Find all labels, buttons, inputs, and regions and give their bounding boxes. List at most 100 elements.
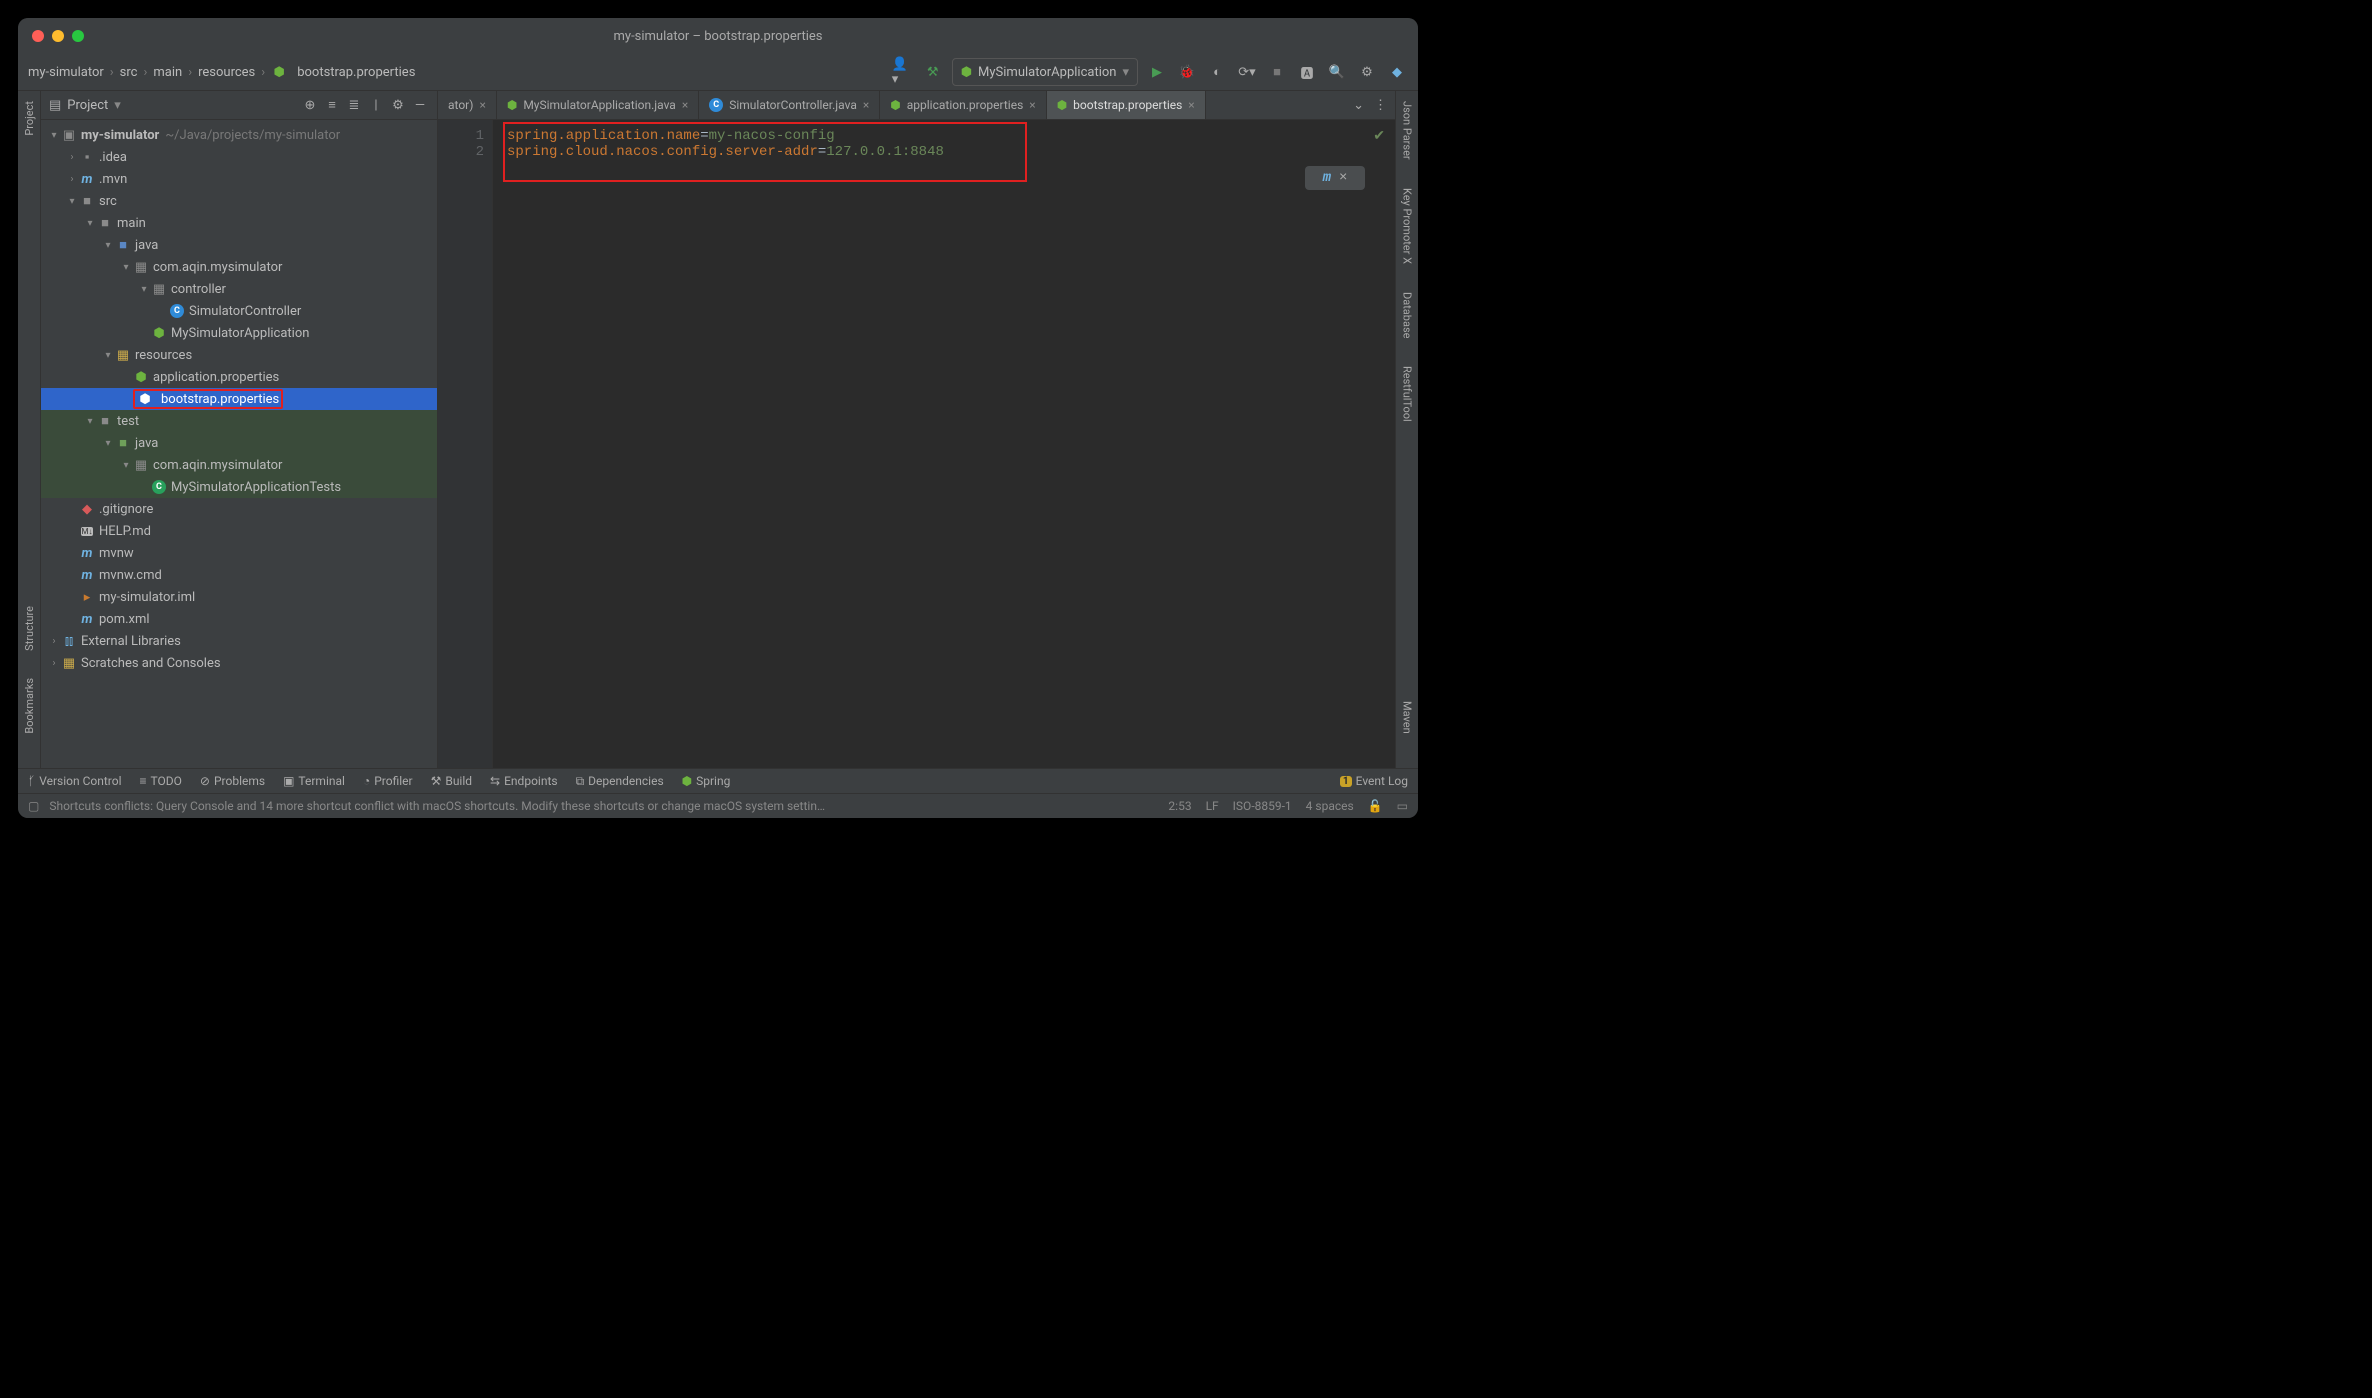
tool-windows-icon[interactable]: ▢ (28, 799, 39, 813)
breadcrumb-item[interactable]: resources (198, 65, 255, 80)
maximize-window-button[interactable] (72, 30, 84, 42)
toolbox-icon[interactable]: ◆ (1386, 61, 1408, 83)
inspection-ok-icon[interactable]: ✔ (1373, 128, 1385, 145)
chevron-down-icon[interactable]: ▾ (114, 98, 121, 113)
profile-icon[interactable]: ⟳▾ (1236, 61, 1258, 83)
property-value: 127.0.0.1:8848 (826, 144, 944, 160)
stop-icon[interactable]: ■ (1266, 61, 1288, 83)
tree-mvnw[interactable]: mmvnw (41, 542, 437, 564)
minimize-icon[interactable]: — (411, 96, 429, 114)
vcs-user-icon[interactable]: 👤▾ (892, 61, 914, 83)
close-tab-icon[interactable]: × (682, 98, 688, 112)
tree-path: ~/Java/projects/my-simulator (165, 128, 340, 143)
problems-tab[interactable]: ⊘ Problems (200, 774, 265, 788)
line-gutter: 1 2 (438, 120, 493, 768)
build-icon[interactable]: ⚒ (922, 61, 944, 83)
chevron-right-icon: › (110, 65, 114, 80)
chevron-down-icon[interactable]: ⌄ (1353, 98, 1364, 113)
maven-tab[interactable]: Maven (1401, 697, 1414, 738)
database-tab[interactable]: Database (1401, 288, 1414, 342)
caret-position[interactable]: 2:53 (1168, 799, 1191, 813)
tree-test-java-folder[interactable]: ▾■java (41, 432, 437, 454)
tree-pom[interactable]: mpom.xml (41, 608, 437, 630)
tree-class-file[interactable]: ⬢MySimulatorApplication (41, 322, 437, 344)
close-tab-icon[interactable]: × (1188, 98, 1194, 112)
terminal-tab[interactable]: ▣ Terminal (283, 774, 345, 788)
search-icon[interactable]: 🔍 (1326, 61, 1348, 83)
coverage-icon[interactable]: ◐ (1206, 61, 1228, 83)
tree-label: my-simulator.iml (99, 590, 195, 605)
tree-scratches[interactable]: ›▦Scratches and Consoles (41, 652, 437, 674)
key-promoter-tab[interactable]: Key Promoter X (1401, 184, 1414, 268)
build-tab[interactable]: ⚒ Build (431, 774, 472, 788)
close-tab-icon[interactable]: × (863, 98, 869, 112)
expand-all-icon[interactable]: ≡ (323, 96, 341, 114)
breadcrumb-item[interactable]: bootstrap.properties (297, 65, 415, 80)
tree-project-root[interactable]: ▾▣my-simulator~/Java/projects/my-simulat… (41, 124, 437, 146)
code-content[interactable]: spring.application.name=my-nacos-config … (493, 120, 1395, 768)
minimize-window-button[interactable] (52, 30, 64, 42)
project-tool-tab[interactable]: Project (23, 97, 36, 140)
tree-mvnw-cmd[interactable]: mmvnw.cmd (41, 564, 437, 586)
inlay-hint-box[interactable]: m× (1305, 166, 1365, 190)
todo-tab[interactable]: ≡ TODO (140, 774, 182, 788)
tree-resources-folder[interactable]: ▾▦resources (41, 344, 437, 366)
endpoints-tab[interactable]: ⇆ Endpoints (490, 774, 558, 788)
tree-test-folder[interactable]: ▾■test (41, 410, 437, 432)
editor-tab[interactable]: ator)× (438, 91, 497, 119)
settings-icon[interactable]: ⚙ (1356, 61, 1378, 83)
restful-tool-tab[interactable]: RestfulTool (1401, 362, 1414, 426)
editor-tab[interactable]: CSimulatorController.java× (699, 91, 880, 119)
editor-tab-active[interactable]: ⬢bootstrap.properties× (1047, 91, 1206, 119)
indent-info[interactable]: 4 spaces (1306, 799, 1354, 813)
breadcrumb-item[interactable]: main (153, 65, 182, 80)
breadcrumb-item[interactable]: my-simulator (28, 65, 104, 80)
json-parser-tab[interactable]: Json Parser (1401, 97, 1414, 164)
line-separator[interactable]: LF (1206, 799, 1219, 813)
tree-main-folder[interactable]: ▾■main (41, 212, 437, 234)
close-tab-icon[interactable]: × (1029, 98, 1035, 112)
run-config-dropdown[interactable]: ⬢ MySimulatorApplication ▾ (952, 58, 1138, 86)
tree-external-libs[interactable]: ›⫾⫾External Libraries (41, 630, 437, 652)
profiler-tab[interactable]: ◔ Profiler (363, 774, 413, 788)
tree-app-properties[interactable]: ⬢application.properties (41, 366, 437, 388)
structure-tool-tab[interactable]: Structure (23, 602, 36, 655)
gear-icon[interactable]: ⚙ (389, 96, 407, 114)
translate-icon[interactable]: 🅰 (1296, 61, 1318, 83)
spring-tab[interactable]: ⬢ Spring (682, 774, 731, 788)
editor-tab[interactable]: ⬢application.properties× (880, 91, 1046, 119)
code-editor[interactable]: 1 2 spring.application.name=my-nacos-con… (438, 120, 1395, 768)
tree-class-file[interactable]: CSimulatorController (41, 300, 437, 322)
more-icon[interactable]: ⋮ (1374, 98, 1387, 113)
tree-help-md[interactable]: M↓HELP.md (41, 520, 437, 542)
debug-icon[interactable]: 🐞 (1176, 61, 1198, 83)
tree-test-class[interactable]: CMySimulatorApplicationTests (41, 476, 437, 498)
close-icon[interactable]: × (1339, 170, 1347, 186)
close-tab-icon[interactable]: × (479, 98, 485, 112)
editor-tabs: ator)× ⬢MySimulatorApplication.java× CSi… (438, 91, 1395, 120)
editor-tab[interactable]: ⬢MySimulatorApplication.java× (497, 91, 699, 119)
collapse-all-icon[interactable]: ≣ (345, 96, 363, 114)
tree-controller-package[interactable]: ▾▦controller (41, 278, 437, 300)
dependencies-tab[interactable]: ⧉ Dependencies (576, 774, 664, 789)
event-log-tab[interactable]: 1 Event Log (1340, 774, 1408, 788)
bookmarks-tool-tab[interactable]: Bookmarks (23, 674, 36, 738)
tree-iml[interactable]: ▸my-simulator.iml (41, 586, 437, 608)
version-control-tab[interactable]: ᚶ Version Control (28, 774, 122, 788)
tree-test-package[interactable]: ▾▦com.aqin.mysimulator (41, 454, 437, 476)
tree-label: main (117, 216, 146, 231)
tree-idea-folder[interactable]: ›▪.idea (41, 146, 437, 168)
run-icon[interactable]: ▶ (1146, 61, 1168, 83)
tree-bootstrap-properties[interactable]: ⬢bootstrap.properties (41, 388, 437, 410)
tree-gitignore[interactable]: ◆.gitignore (41, 498, 437, 520)
memory-indicator-icon[interactable]: ▭ (1397, 799, 1408, 813)
tree-java-folder[interactable]: ▾■java (41, 234, 437, 256)
tree-mvn-folder[interactable]: ›m.mvn (41, 168, 437, 190)
readonly-icon[interactable]: 🔓 (1368, 799, 1383, 813)
file-encoding[interactable]: ISO-8859-1 (1233, 799, 1292, 813)
close-window-button[interactable] (32, 30, 44, 42)
tree-package[interactable]: ▾▦com.aqin.mysimulator (41, 256, 437, 278)
breadcrumb-item[interactable]: src (120, 65, 138, 80)
select-opened-file-icon[interactable]: ⊕ (301, 96, 319, 114)
tree-src-folder[interactable]: ▾■src (41, 190, 437, 212)
